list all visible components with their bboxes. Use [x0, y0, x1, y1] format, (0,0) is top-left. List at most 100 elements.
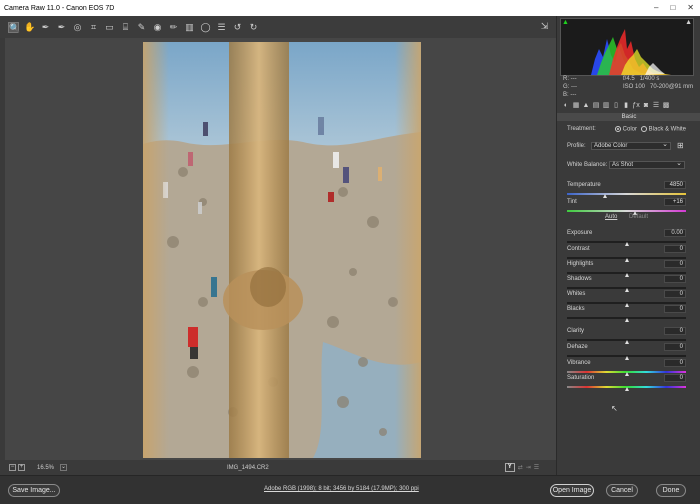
spot-removal-tool-icon[interactable]: ✎ [136, 22, 147, 33]
slider-contrast[interactable]: Contrast 0 [567, 245, 686, 262]
zoom-out-icon[interactable]: − [9, 464, 16, 471]
slider-blacks[interactable]: Blacks 0 [567, 305, 686, 322]
transform-tool-icon[interactable]: ⌸ [120, 22, 131, 33]
profile-label: Profile: [567, 143, 586, 149]
profile-select[interactable]: Adobe Color [591, 141, 671, 150]
profile-browser-icon[interactable]: ⊞ [677, 141, 684, 150]
white-balance-select[interactable]: As Shot [609, 160, 685, 169]
tab-transform-icon[interactable]: ▮ [622, 102, 630, 110]
slider-value-field[interactable]: 0 [664, 245, 686, 253]
zoom-level[interactable]: 16.5% [37, 465, 54, 471]
tab-split-toning-icon[interactable]: ▥ [602, 102, 610, 110]
auto-button[interactable]: Auto [605, 214, 617, 220]
slider-value-field[interactable]: 0 [664, 359, 686, 367]
slider-thumb[interactable] [624, 387, 629, 391]
zoom-dropdown-icon[interactable]: ⌄ [60, 464, 68, 471]
slider-exposure[interactable]: Exposure 0.00 [567, 229, 686, 246]
preview-settings-icon[interactable]: ☰ [534, 464, 539, 471]
tab-hsl-icon[interactable]: ▤ [592, 102, 600, 110]
hand-tool-icon[interactable]: ✋ [24, 22, 35, 33]
tab-basic-icon[interactable]: ◐ [562, 102, 570, 110]
iso-value: ISO 100 [623, 84, 646, 90]
bw-radio-icon[interactable] [641, 126, 647, 132]
photo-preview[interactable] [143, 42, 421, 458]
color-radio-icon[interactable] [615, 126, 621, 132]
mouse-cursor-icon: ↖ [611, 404, 618, 413]
targeted-adjustment-tool-icon[interactable]: ◎ [72, 22, 83, 33]
slider-highlights[interactable]: Highlights 0 [567, 260, 686, 277]
slider-value-field[interactable]: 0 [664, 327, 686, 335]
shadow-clipping-icon[interactable]: ▲ [562, 19, 569, 26]
slider-thumb[interactable] [603, 194, 608, 198]
workflow-options-link[interactable]: Adobe RGB (1998); 8 bit; 3456 by 5184 (1… [264, 486, 419, 492]
slider-value-field[interactable]: 0 [664, 290, 686, 298]
tab-detail-icon[interactable]: ▲ [582, 102, 590, 110]
preview-info-bar: − + 16.5% ⌄ IMG_1494.CR2 Y ⇄ ⇥ ☰ [5, 461, 556, 474]
slider-clarity[interactable]: Clarity 0 [567, 327, 686, 344]
slider-vibrance[interactable]: Vibrance 0 [567, 359, 686, 376]
bw-radio[interactable]: Black & White [641, 126, 686, 133]
tab-effects-icon[interactable]: ƒx [632, 102, 640, 110]
r-label: R: [563, 76, 569, 82]
zoom-tool-icon[interactable]: 🔍 [8, 21, 20, 33]
b-label: B: [563, 92, 569, 98]
slider-value-field[interactable]: 4850 [664, 181, 686, 189]
slider-tint[interactable]: Tint +16 [567, 198, 686, 215]
slider-value-field[interactable]: 0 [664, 374, 686, 382]
g-value: --- [571, 84, 578, 90]
rotate-right-icon[interactable]: ↻ [248, 22, 259, 33]
radial-filter-icon[interactable]: ◯ [200, 22, 211, 33]
file-name: IMG_1494.CR2 [227, 464, 269, 471]
done-button[interactable]: Done [656, 484, 686, 497]
preview-canvas[interactable] [5, 38, 556, 460]
tab-calibration-icon[interactable]: ◙ [642, 102, 650, 110]
slider-value-field[interactable]: 0 [664, 260, 686, 268]
crop-tool-icon[interactable]: ⌗ [88, 22, 99, 33]
swap-icon[interactable]: ⇄ [518, 464, 523, 471]
slider-track[interactable] [567, 193, 686, 195]
wb-label: White Balance: [567, 162, 608, 168]
slider-track[interactable] [567, 210, 686, 212]
g-label: G: [563, 84, 570, 90]
panel-tabs: ◐ ▦ ▲ ▤ ▥ ▯ ▮ ƒx ◙ ☰ ▩ [560, 100, 694, 112]
slider-value-field[interactable]: 0 [664, 275, 686, 283]
slider-value-field[interactable]: +16 [664, 198, 686, 206]
fullscreen-icon[interactable]: ⇲ [539, 21, 550, 32]
tab-lens-icon[interactable]: ▯ [612, 102, 620, 110]
highlight-clipping-icon[interactable]: ▲ [685, 19, 692, 26]
minimize-icon[interactable]: – [654, 3, 658, 12]
red-eye-tool-icon[interactable]: ◉ [152, 22, 163, 33]
slider-thumb[interactable] [624, 318, 629, 322]
slider-whites[interactable]: Whites 0 [567, 290, 686, 307]
adjustment-brush-icon[interactable]: ✏ [168, 22, 179, 33]
close-icon[interactable]: ✕ [687, 3, 694, 12]
slider-label: Shadows [567, 276, 592, 282]
rotate-left-icon[interactable]: ↺ [232, 22, 243, 33]
tab-tone-curve-icon[interactable]: ▦ [572, 102, 580, 110]
color-radio[interactable]: Color [615, 126, 637, 133]
default-button[interactable]: Default [629, 214, 648, 220]
white-balance-tool-icon[interactable]: ✒ [40, 22, 51, 33]
color-sampler-tool-icon[interactable]: ✒ [56, 22, 67, 33]
graduated-filter-icon[interactable]: ▥ [184, 22, 195, 33]
slider-value-field[interactable]: 0.00 [664, 229, 686, 237]
save-image-button[interactable]: Save Image... [8, 484, 60, 497]
tab-snapshots-icon[interactable]: ▩ [662, 102, 670, 110]
open-image-button[interactable]: Open Image [550, 484, 594, 497]
maximize-icon[interactable]: □ [670, 3, 675, 12]
slider-saturation[interactable]: Saturation 0 [567, 374, 686, 391]
color-label: Color [622, 126, 638, 133]
straighten-tool-icon[interactable]: ▭ [104, 22, 115, 33]
slider-label: Vibrance [567, 360, 591, 366]
slider-dehaze[interactable]: Dehaze 0 [567, 343, 686, 360]
slider-value-field[interactable]: 0 [664, 343, 686, 351]
slider-value-field[interactable]: 0 [664, 305, 686, 313]
tab-presets-icon[interactable]: ☰ [652, 102, 660, 110]
before-after-toggle[interactable]: Y [504, 463, 515, 472]
cancel-button[interactable]: Cancel [606, 484, 638, 497]
slider-shadows[interactable]: Shadows 0 [567, 275, 686, 292]
copy-settings-icon[interactable]: ⇥ [526, 464, 531, 471]
zoom-in-icon[interactable]: + [18, 464, 25, 471]
preferences-icon[interactable]: ☰ [216, 22, 227, 33]
slider-temperature[interactable]: Temperature 4850 [567, 181, 686, 198]
